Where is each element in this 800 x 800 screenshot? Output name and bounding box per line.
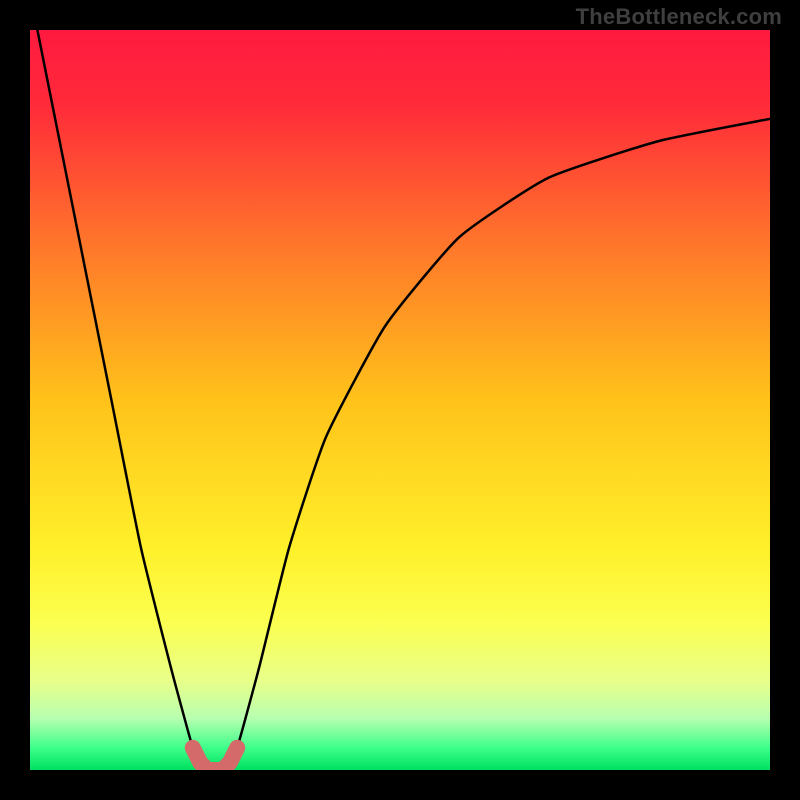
plot-area [30,30,770,770]
chart-frame: TheBottleneck.com [0,0,800,800]
watermark-text: TheBottleneck.com [576,4,782,30]
plot-svg [30,30,770,770]
